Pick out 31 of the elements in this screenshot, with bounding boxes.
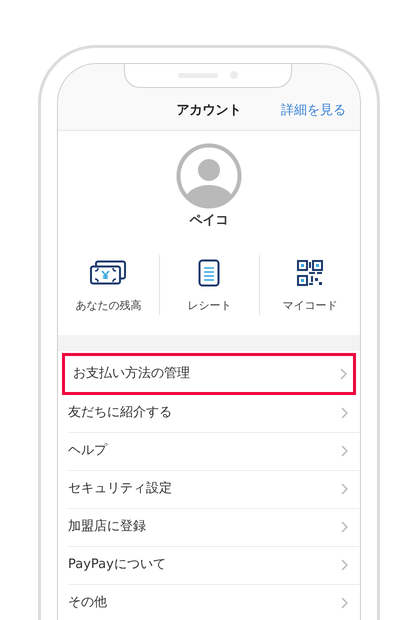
shortcut-label[interactable]: マイコード: [282, 298, 338, 314]
menu-item[interactable]: 友だちに紹介する: [68, 394, 360, 432]
user-name: ペイコ: [190, 212, 228, 230]
menu-item[interactable]: セキュリティ設定: [68, 470, 360, 508]
shortcut-label[interactable]: あなたの残高: [75, 298, 142, 314]
chevron-right-icon: [341, 483, 348, 495]
shortcut-label[interactable]: レシート: [187, 298, 232, 314]
chevron-right-icon: [340, 368, 347, 380]
menu-label: 友だちに紹介する: [68, 404, 172, 422]
details-link[interactable]: 詳細を見る: [281, 100, 346, 120]
menu-label: PayPayについて: [68, 556, 166, 574]
receipt-icon: [198, 259, 220, 288]
menu-label: 加盟店に登録: [68, 518, 146, 536]
chevron-right-icon: [341, 559, 348, 571]
menu-label: その他: [68, 594, 107, 612]
menu-item[interactable]: その他: [68, 584, 360, 620]
menu-item[interactable]: お支払い方法の管理: [62, 352, 356, 394]
screen-title: アカウント: [176, 102, 242, 120]
menu-item[interactable]: PayPayについて: [68, 546, 360, 584]
menu-item[interactable]: ヘルプ: [68, 432, 360, 470]
avatar-icon: [176, 143, 242, 209]
menu-label: お支払い方法の管理: [73, 364, 190, 383]
menu-label: セキュリティ設定: [68, 480, 172, 498]
chevron-right-icon: [341, 521, 348, 533]
chevron-right-icon: [341, 445, 348, 457]
menu-label: ヘルプ: [68, 442, 107, 460]
banknote-icon: [89, 260, 128, 286]
menu-item[interactable]: 加盟店に登録: [68, 508, 360, 546]
chevron-right-icon: [341, 407, 348, 419]
qr-code-icon: [297, 260, 324, 286]
chevron-right-icon: [341, 597, 348, 609]
